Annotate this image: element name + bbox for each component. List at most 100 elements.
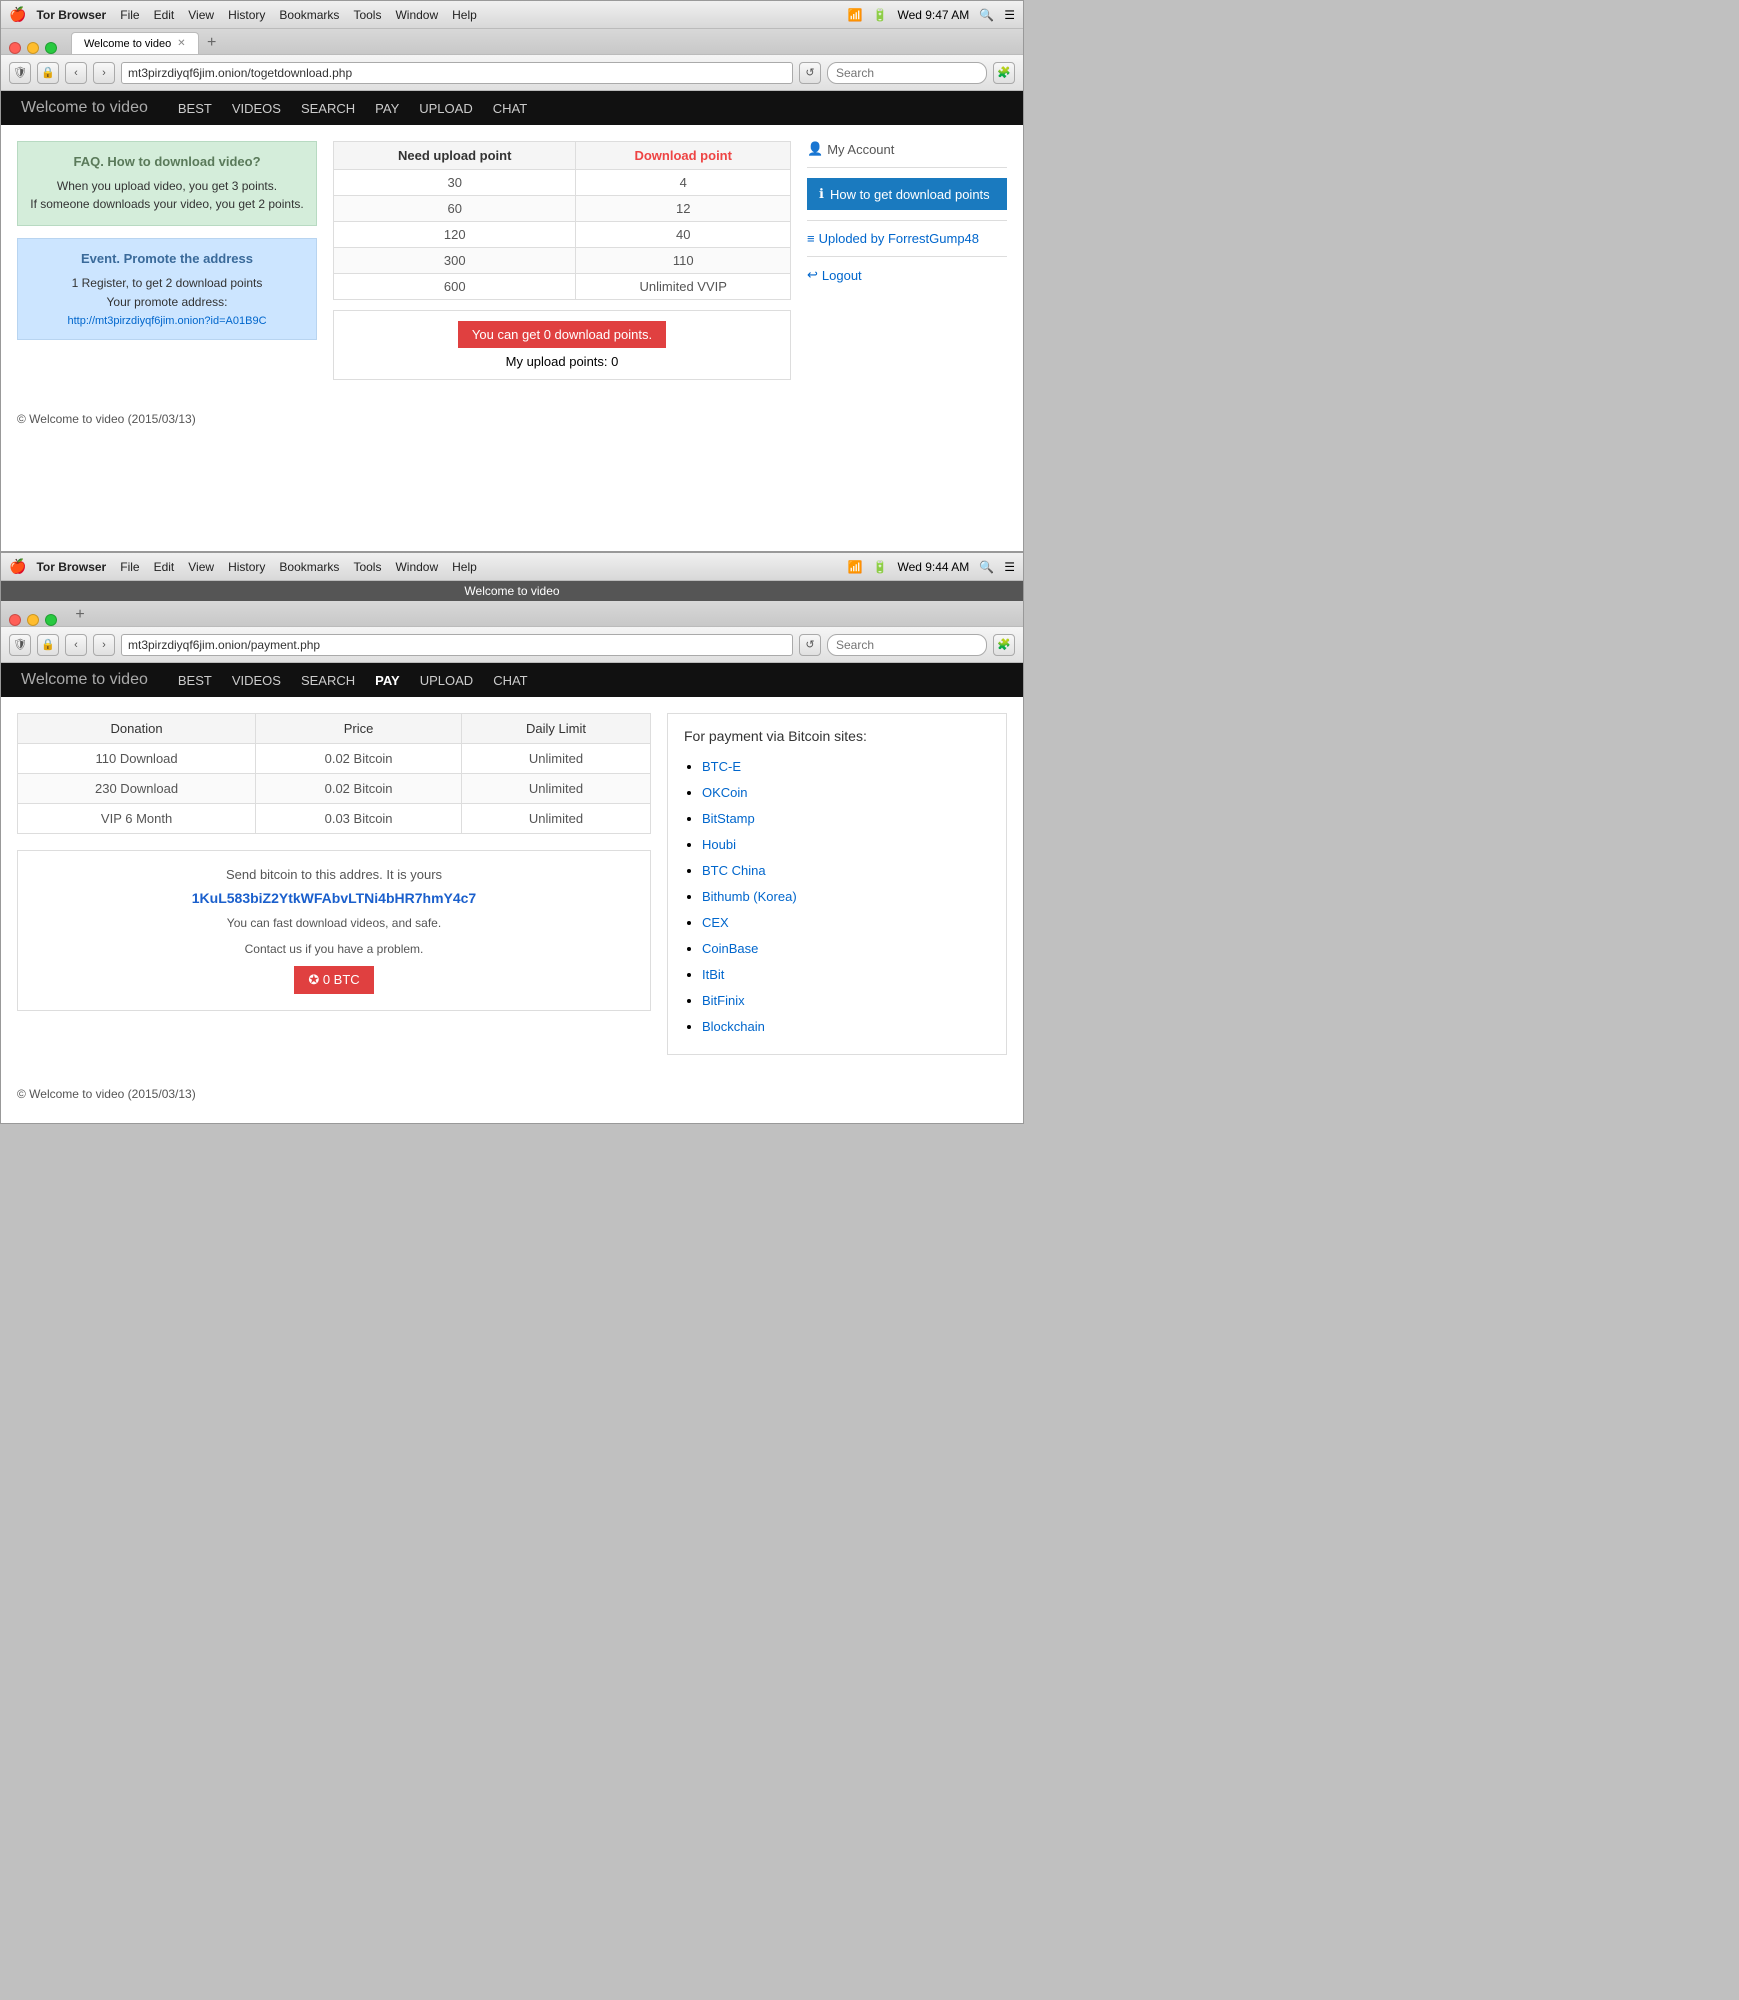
payment-site-link[interactable]: CEX xyxy=(702,915,729,930)
bitcoin-addr-box: Send bitcoin to this addres. It is yours… xyxy=(17,850,651,1011)
new-tab-button-1[interactable]: + xyxy=(203,34,221,52)
bitcoin-address[interactable]: 1KuL583biZ2YtkWFAbvLTNi4bHR7hmY4c7 xyxy=(34,890,634,906)
titlebar-2: 🍎 Tor Browser File Edit View History Boo… xyxy=(1,553,1023,581)
payment-site-link[interactable]: Bithumb (Korea) xyxy=(702,889,797,904)
menu-window[interactable]: Window xyxy=(395,8,438,22)
address-bar-2[interactable] xyxy=(121,634,793,656)
left-panel-1: FAQ. How to download video? When you upl… xyxy=(17,141,317,380)
event-promote-link[interactable]: http://mt3pirzdiyqf6jim.onion?id=A01B9C xyxy=(67,315,266,327)
search-input-2[interactable] xyxy=(827,634,987,656)
bitcoin-sub1: You can fast download videos, and safe. xyxy=(34,914,634,932)
menu-file[interactable]: File xyxy=(120,8,139,22)
close-button[interactable] xyxy=(9,42,21,54)
nav-chat-2[interactable]: CHAT xyxy=(493,673,527,688)
payment-site-link[interactable]: BitStamp xyxy=(702,811,755,826)
payment-site-link[interactable]: BTC China xyxy=(702,863,766,878)
battery-icon-2: 🔋 xyxy=(873,560,888,574)
download-cell: Unlimited VVIP xyxy=(576,274,791,300)
points-col2-header: Download point xyxy=(576,142,791,170)
nav-videos-1[interactable]: VIDEOS xyxy=(232,101,281,116)
menu-icon[interactable]: ☰ xyxy=(1004,8,1015,22)
payment-site-link[interactable]: BitFinix xyxy=(702,993,745,1008)
tab-close-1[interactable]: ✕ xyxy=(177,38,185,49)
nav-best-2[interactable]: BEST xyxy=(178,673,212,688)
active-tab-1[interactable]: Welcome to video ✕ xyxy=(71,32,199,54)
table-row: 230 Download0.02 BitcoinUnlimited xyxy=(18,774,651,804)
payment-site-link[interactable]: Blockchain xyxy=(702,1019,765,1034)
maximize-button[interactable] xyxy=(45,42,57,54)
lock-icon: 🔒 xyxy=(37,62,59,84)
minimize-button-2[interactable] xyxy=(27,614,39,626)
upload-cell: 600 xyxy=(334,274,576,300)
payment-site-link[interactable]: OKCoin xyxy=(702,785,748,800)
minimize-button[interactable] xyxy=(27,42,39,54)
my-account-link[interactable]: 👤 My Account xyxy=(807,141,1007,157)
menu-tools[interactable]: Tools xyxy=(353,8,381,22)
security-icon[interactable]: 🛡 xyxy=(9,62,31,84)
extensions-icon[interactable]: 🧩 xyxy=(993,62,1015,84)
how-to-button[interactable]: ℹ How to get download points xyxy=(807,178,1007,210)
close-button-2[interactable] xyxy=(9,614,21,626)
menu-window-2[interactable]: Window xyxy=(395,560,438,574)
nav-search-1[interactable]: SEARCH xyxy=(301,101,355,116)
table-row: 600Unlimited VVIP xyxy=(334,274,791,300)
menu-help[interactable]: Help xyxy=(452,8,477,22)
menu-file-2[interactable]: File xyxy=(120,560,139,574)
my-account-label: My Account xyxy=(827,142,894,157)
menu-bookmarks[interactable]: Bookmarks xyxy=(279,8,339,22)
payment-site-link[interactable]: BTC-E xyxy=(702,759,741,774)
maximize-button-2[interactable] xyxy=(45,614,57,626)
payment-site-link[interactable]: Houbi xyxy=(702,837,736,852)
search-icon-2[interactable]: 🔍 xyxy=(979,560,994,574)
menu-history-2[interactable]: History xyxy=(228,560,265,574)
uploaded-by-link[interactable]: ≡ Uploded by ForrestGump48 xyxy=(807,231,1007,246)
reload-button-2[interactable]: ↺ xyxy=(799,634,821,656)
faq-box: FAQ. How to download video? When you upl… xyxy=(17,141,317,226)
back-button-1[interactable]: ‹ xyxy=(65,62,87,84)
donation-cell: VIP 6 Month xyxy=(18,804,256,834)
menu-bookmarks-2[interactable]: Bookmarks xyxy=(279,560,339,574)
menu-tor-browser[interactable]: Tor Browser xyxy=(36,8,106,22)
menu-edit[interactable]: Edit xyxy=(154,8,175,22)
battery-icon: 🔋 xyxy=(873,8,888,22)
menu-edit-2[interactable]: Edit xyxy=(154,560,175,574)
nav-best-1[interactable]: BEST xyxy=(178,101,212,116)
logout-link[interactable]: ↩ Logout xyxy=(807,267,1007,283)
nav-videos-2[interactable]: VIDEOS xyxy=(232,673,281,688)
separator-2 xyxy=(807,220,1007,221)
menu-view[interactable]: View xyxy=(188,8,214,22)
menu-tor-browser-2[interactable]: Tor Browser xyxy=(36,560,106,574)
nav-upload-1[interactable]: UPLOAD xyxy=(419,101,472,116)
upload-points-text: My upload points: 0 xyxy=(344,354,780,369)
search-icon[interactable]: 🔍 xyxy=(979,8,994,22)
forward-button-1[interactable]: › xyxy=(93,62,115,84)
table-row: 110 Download0.02 BitcoinUnlimited xyxy=(18,744,651,774)
site-title-1: Welcome to video xyxy=(21,99,148,117)
search-input-1[interactable] xyxy=(827,62,987,84)
menu-help-2[interactable]: Help xyxy=(452,560,477,574)
payment-site-link[interactable]: ItBit xyxy=(702,967,724,982)
security-icon-2[interactable]: 🛡 xyxy=(9,634,31,656)
btc-button[interactable]: ✪ 0 BTC xyxy=(294,966,373,994)
nav-pay-1[interactable]: PAY xyxy=(375,101,399,116)
extensions-icon-2[interactable]: 🧩 xyxy=(993,634,1015,656)
menu-view-2[interactable]: View xyxy=(188,560,214,574)
menu-icon-2[interactable]: ☰ xyxy=(1004,560,1015,574)
list-item: Houbi xyxy=(702,832,990,858)
nav-search-2[interactable]: SEARCH xyxy=(301,673,355,688)
back-button-2[interactable]: ‹ xyxy=(65,634,87,656)
payment-site-link[interactable]: CoinBase xyxy=(702,941,758,956)
bitcoin-sub2: Contact us if you have a problem. xyxy=(34,940,634,958)
forward-button-2[interactable]: › xyxy=(93,634,115,656)
new-tab-button-2[interactable]: + xyxy=(71,606,89,624)
reload-button-1[interactable]: ↺ xyxy=(799,62,821,84)
page-content-1: Welcome to video BEST VIDEOS SEARCH PAY … xyxy=(1,91,1023,551)
address-bar-1[interactable] xyxy=(121,62,793,84)
lock-icon-2: 🔒 xyxy=(37,634,59,656)
nav-pay-2[interactable]: PAY xyxy=(375,673,400,688)
nav-chat-1[interactable]: CHAT xyxy=(493,101,527,116)
menu-tools-2[interactable]: Tools xyxy=(353,560,381,574)
cant-download-button[interactable]: You can get 0 download points. xyxy=(458,321,666,348)
menu-history[interactable]: History xyxy=(228,8,265,22)
nav-upload-2[interactable]: UPLOAD xyxy=(420,673,473,688)
